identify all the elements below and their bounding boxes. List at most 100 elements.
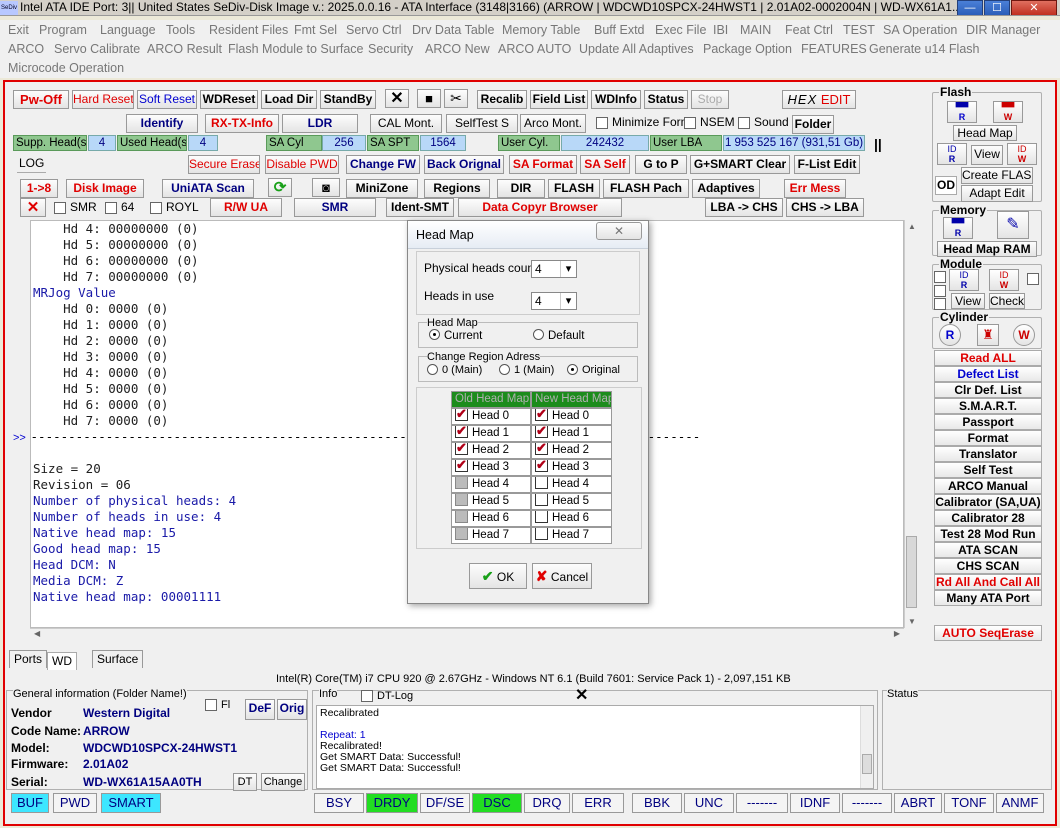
- flash-button[interactable]: FLASH: [548, 179, 600, 198]
- change-button[interactable]: Change: [261, 773, 305, 791]
- new-head-row-2[interactable]: Head 2: [531, 442, 612, 459]
- sa-format-button[interactable]: SA Format: [509, 155, 577, 174]
- old-head-row-7[interactable]: Head 7: [451, 527, 531, 544]
- module-view-button[interactable]: View: [951, 293, 985, 309]
- memory-read-icon[interactable]: ▀▀ R: [943, 217, 973, 239]
- maximize-button[interactable]: ☐: [984, 0, 1010, 15]
- cal-mont-button[interactable]: CAL Mont.: [370, 114, 442, 133]
- right-button-10[interactable]: Calibrator 28: [934, 510, 1042, 526]
- ok-button[interactable]: ✔ OK: [469, 563, 527, 589]
- hex-edit-button[interactable]: HEX EDIT: [782, 90, 856, 109]
- wd-reset-button[interactable]: WDReset: [200, 90, 258, 109]
- old-head-checkbox[interactable]: [455, 494, 468, 507]
- region-0-dot[interactable]: [427, 363, 438, 375]
- id-read-icon[interactable]: ID R: [937, 143, 967, 165]
- old-head-checkbox[interactable]: [455, 528, 468, 541]
- minizone-button[interactable]: MiniZone: [346, 179, 418, 198]
- smr-button[interactable]: SMR: [294, 198, 376, 217]
- menu-item-row1-3[interactable]: Tools: [166, 23, 195, 37]
- identify-button[interactable]: Identify: [126, 114, 198, 133]
- dt-log-checkbox[interactable]: DT-Log: [361, 690, 413, 703]
- new-head-checkbox[interactable]: [535, 528, 548, 541]
- right-button-14[interactable]: Rd All And Call All: [934, 574, 1042, 590]
- old-head-row-1[interactable]: Head 1: [451, 425, 531, 442]
- old-head-checkbox[interactable]: [455, 460, 468, 473]
- close-x-icon[interactable]: ✕: [385, 89, 409, 108]
- menu-item-row1-15[interactable]: SA Operation: [883, 23, 957, 37]
- menu-item-row2-1[interactable]: Servo Calibrate: [54, 42, 140, 56]
- cylinder-read-icon[interactable]: R: [939, 324, 961, 346]
- old-head-checkbox[interactable]: [455, 511, 468, 524]
- fl-box[interactable]: [205, 699, 217, 712]
- head-map-ram-button[interactable]: Head Map RAM: [937, 241, 1037, 257]
- dir-button[interactable]: DIR: [497, 179, 545, 198]
- def-button[interactable]: DeF: [245, 699, 275, 720]
- right-button-0[interactable]: Read ALL: [934, 350, 1042, 366]
- region-1-dot[interactable]: [499, 363, 510, 375]
- right-button-11[interactable]: Test 28 Mod Run: [934, 526, 1042, 542]
- menu-item-row1-5[interactable]: Fmt Sel: [294, 23, 337, 37]
- id-write-icon[interactable]: ID W: [1007, 143, 1037, 165]
- scroll-up-icon[interactable]: ▲: [908, 222, 916, 231]
- original-dot[interactable]: [567, 363, 578, 375]
- new-head-row-6[interactable]: Head 6: [531, 510, 612, 527]
- regions-button[interactable]: Regions: [424, 179, 490, 198]
- save-disk-icon[interactable]: ■: [417, 89, 441, 108]
- info-clear-icon[interactable]: ✕: [575, 688, 588, 704]
- old-head-row-6[interactable]: Head 6: [451, 510, 531, 527]
- module-read-icon[interactable]: ID R: [949, 269, 979, 291]
- old-head-checkbox[interactable]: [455, 477, 468, 490]
- default-radio[interactable]: Default: [533, 329, 584, 343]
- right-button-9[interactable]: Calibrator (SA,UA): [934, 494, 1042, 510]
- cylinder-write-icon[interactable]: W: [1013, 324, 1035, 346]
- old-head-row-5[interactable]: Head 5: [451, 493, 531, 510]
- g-to-p-button[interactable]: G to P: [635, 155, 687, 174]
- minimize-button[interactable]: —: [957, 0, 983, 15]
- log-expand-arrow[interactable]: >>: [13, 430, 26, 447]
- old-head-row-0[interactable]: Head 0: [451, 408, 531, 425]
- menu-item-row2-7[interactable]: Update All Adaptives: [579, 42, 694, 56]
- menu-item-row1-14[interactable]: TEST: [843, 23, 875, 37]
- nsem-checkbox[interactable]: NSEM: [684, 114, 735, 131]
- flash-write-icon[interactable]: ▀▀ W: [993, 101, 1023, 123]
- menu-item-row2-4[interactable]: Security: [368, 42, 413, 56]
- menu-item-row1-7[interactable]: Drv Data Table: [412, 23, 494, 37]
- right-button-8[interactable]: ARCO Manual: [934, 478, 1042, 494]
- new-head-checkbox[interactable]: [535, 409, 548, 422]
- right-button-15[interactable]: Many ATA Port: [934, 590, 1042, 606]
- module-check-b[interactable]: [934, 285, 946, 297]
- minimize-form-box[interactable]: [596, 116, 608, 129]
- module-check-c[interactable]: [934, 298, 946, 310]
- one-to-eight-button[interactable]: 1->8: [20, 179, 58, 198]
- right-button-12[interactable]: ATA SCAN: [934, 542, 1042, 558]
- menu-item-row2-2[interactable]: ARCO Result: [147, 42, 222, 56]
- secure-erase-button[interactable]: Secure Erase: [188, 155, 260, 174]
- old-head-row-4[interactable]: Head 4: [451, 476, 531, 493]
- default-radio-dot[interactable]: [533, 329, 544, 341]
- auto-seq-erase-button[interactable]: AUTO SeqErase: [934, 625, 1042, 641]
- data-copyr-browser-button[interactable]: Data Copyr Browser: [458, 198, 622, 217]
- new-head-checkbox[interactable]: [535, 494, 548, 507]
- menu-item-row1-13[interactable]: Feat Ctrl: [785, 23, 833, 37]
- menu-item-row3-0[interactable]: Microcode Operation: [8, 61, 124, 75]
- menu-item-row2-9[interactable]: FEATURES: [801, 42, 867, 56]
- menu-item-row2-3[interactable]: Flash Module to Surface: [228, 42, 364, 56]
- back-original-button[interactable]: Back Orignal: [424, 155, 504, 174]
- smr-box[interactable]: [54, 201, 66, 214]
- load-dir-button[interactable]: Load Dir: [261, 90, 317, 109]
- original-radio[interactable]: Original: [567, 363, 620, 377]
- cancel-button[interactable]: ✘ Cancel: [532, 563, 592, 589]
- wd-info-button[interactable]: WDInfo: [591, 90, 641, 109]
- chs-to-lba-button[interactable]: CHS -> LBA: [786, 198, 864, 217]
- flash-view-button[interactable]: View: [971, 145, 1003, 165]
- adaptives-button[interactable]: Adaptives: [692, 179, 760, 198]
- disable-pwd-button[interactable]: Disable PWD: [265, 155, 339, 174]
- arco-mont-button[interactable]: Arco Mont.: [520, 114, 586, 133]
- close-button[interactable]: ✕: [1011, 0, 1057, 15]
- field-list-button[interactable]: Field List: [530, 90, 588, 109]
- old-head-checkbox[interactable]: [455, 443, 468, 456]
- info-log[interactable]: Recalibrated Repeat: 1 Recalibrated! Get SM…: [316, 705, 874, 789]
- current-radio[interactable]: Current: [429, 329, 482, 343]
- menu-item-row1-9[interactable]: Buff Extd: [594, 23, 645, 37]
- recalib-button[interactable]: Recalib: [477, 90, 527, 109]
